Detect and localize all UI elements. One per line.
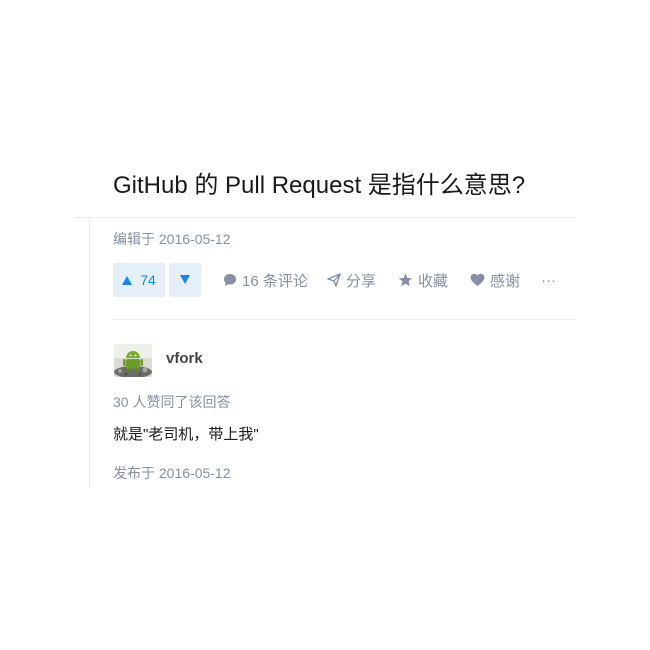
vote-down-button[interactable] xyxy=(169,263,201,297)
triangle-up-icon xyxy=(122,272,133,288)
left-rule xyxy=(75,218,90,488)
paper-plane-icon xyxy=(327,273,341,287)
heart-icon xyxy=(470,273,485,287)
answer-actions: 74 16 条评论 分享 收藏 感谢 ··· xyxy=(113,263,575,297)
more-button[interactable]: ··· xyxy=(541,263,556,297)
edit-time[interactable]: 编辑于 2016-05-12 xyxy=(113,229,231,249)
divider xyxy=(113,319,575,320)
thanks-button[interactable]: 感谢 xyxy=(470,263,520,297)
question-title[interactable]: GitHub 的 Pull Request 是指什么意思? xyxy=(113,170,525,202)
comment-icon xyxy=(223,273,237,287)
comments-label: 16 条评论 xyxy=(242,272,308,290)
more-icon: ··· xyxy=(541,271,556,289)
share-label: 分享 xyxy=(346,272,377,290)
star-icon xyxy=(398,273,413,287)
collect-label: 收藏 xyxy=(418,272,449,290)
publish-time[interactable]: 发布于 2016-05-12 xyxy=(113,463,231,483)
share-button[interactable]: 分享 xyxy=(327,263,376,297)
avatar[interactable] xyxy=(114,344,152,377)
vote-count: 74 xyxy=(140,272,156,288)
triangle-down-icon xyxy=(180,271,190,289)
vote-summary[interactable]: 30 人赞同了该回答 xyxy=(113,392,230,412)
thanks-label: 感谢 xyxy=(490,272,521,290)
collect-button[interactable]: 收藏 xyxy=(398,263,448,297)
vote-up-button[interactable]: 74 xyxy=(113,263,165,297)
answer-list: 编辑于 2016-05-12 74 16 条评论 分享 收藏 感谢 ··· vf… xyxy=(75,217,575,488)
comments-button[interactable]: 16 条评论 xyxy=(223,263,308,297)
author-name[interactable]: vfork xyxy=(166,350,203,367)
answer-content: 就是"老司机，带上我" xyxy=(113,426,259,443)
page: GitHub 的 Pull Request 是指什么意思? 编辑于 2016-0… xyxy=(0,0,650,650)
